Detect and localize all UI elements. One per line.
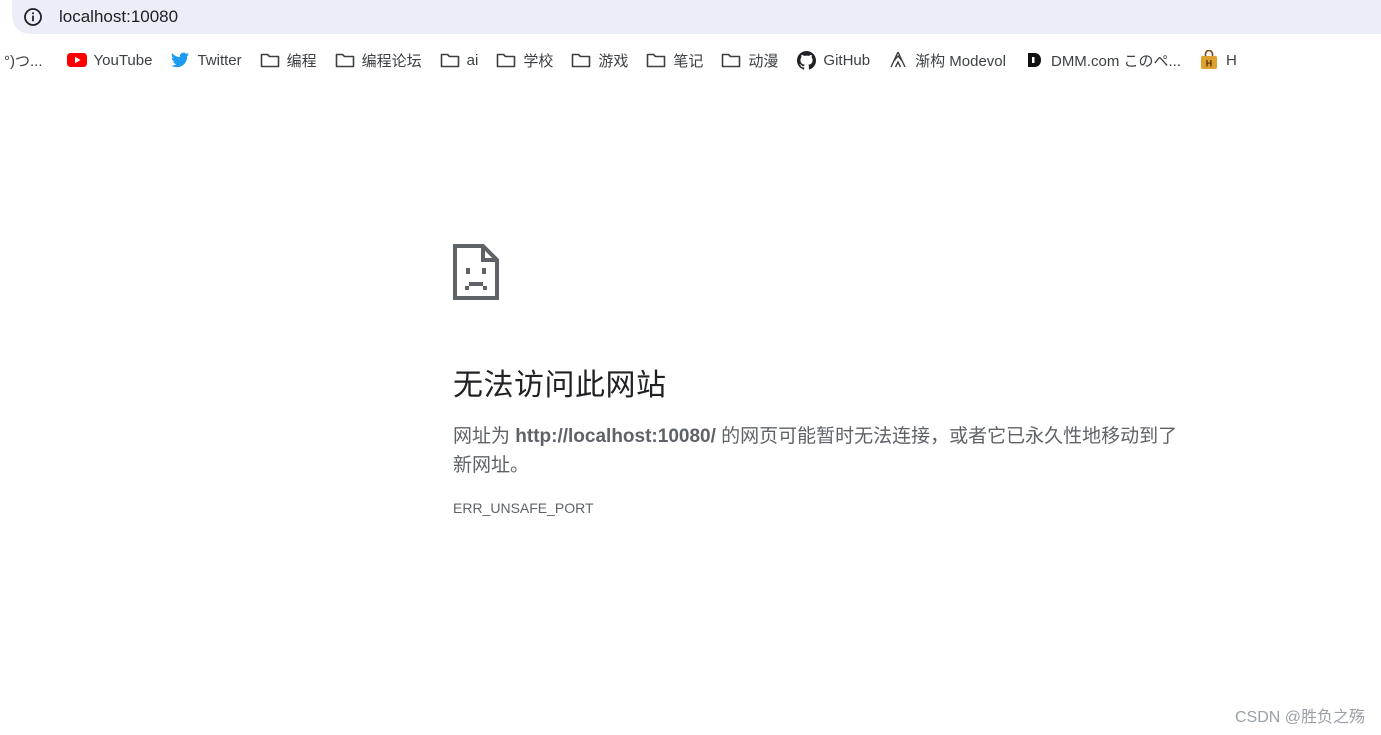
- bookmark-label: GitHub: [823, 51, 871, 69]
- error-url: http://localhost:10080/: [515, 426, 716, 447]
- bookmark-item-modevol[interactable]: 渐构 Modevol: [882, 46, 1012, 74]
- bookmark-label: 动漫: [748, 52, 779, 70]
- bookmark-label: 编程论坛: [361, 52, 422, 70]
- address-bar[interactable]: localhost:10080: [12, 0, 1381, 34]
- error-title: 无法访问此网站: [453, 369, 667, 402]
- folder-icon: [496, 50, 516, 70]
- url-text[interactable]: localhost:10080: [59, 7, 178, 27]
- bookmark-item-twitter[interactable]: Twitter: [164, 46, 247, 74]
- svg-text:H: H: [1206, 59, 1213, 69]
- github-icon: [796, 50, 816, 70]
- bookmark-label: DMM.com このペ...: [1050, 52, 1181, 70]
- bookmark-item-dmm[interactable]: DMM.com このペ...: [1018, 46, 1187, 74]
- error-desc-prefix: 网址为: [453, 426, 516, 447]
- folder-icon: [260, 50, 280, 70]
- bookmark-folder-programming-forum[interactable]: 编程论坛: [329, 46, 428, 74]
- bookmark-label: 笔记: [673, 52, 704, 70]
- folder-icon: [646, 50, 666, 70]
- bookmarks-bar: °)つ... YouTube Twitter 编程 编程论坛 ai 学校 游戏 …: [0, 44, 1381, 76]
- error-code: ERR_UNSAFE_PORT: [453, 500, 594, 516]
- bookmark-label: 游戏: [598, 52, 629, 70]
- bookmark-label: ai: [466, 51, 479, 69]
- sad-page-icon: [453, 244, 499, 300]
- bookmark-label: Twitter: [197, 51, 242, 69]
- info-icon[interactable]: [22, 6, 44, 28]
- bookmark-folder-school[interactable]: 学校: [490, 46, 559, 74]
- bookmark-folder-anime[interactable]: 动漫: [715, 46, 784, 74]
- bookmark-label: YouTube: [93, 51, 153, 69]
- twitter-icon: [170, 50, 190, 70]
- bookmark-folder-games[interactable]: 游戏: [565, 46, 634, 74]
- bookmark-folder-ai[interactable]: ai: [434, 46, 485, 74]
- folder-icon: [335, 50, 355, 70]
- error-description: 网址为 http://localhost:10080/ 的网页可能暂时无法连接，…: [453, 422, 1193, 480]
- error-panel: 无法访问此网站 网址为 http://localhost:10080/ 的网页可…: [453, 244, 1213, 516]
- modevol-icon: [888, 50, 908, 70]
- bookmark-item-youtube[interactable]: YouTube: [61, 46, 159, 74]
- bookmark-label: 编程: [286, 52, 317, 70]
- bookmark-item-h[interactable]: H H: [1193, 46, 1243, 74]
- bookmark-label: °)つ...: [4, 52, 43, 70]
- bookmark-folder-programming[interactable]: 编程: [254, 46, 323, 74]
- bag-icon: H: [1199, 50, 1219, 70]
- folder-icon: [440, 50, 460, 70]
- bookmark-label: 学校: [523, 52, 554, 70]
- folder-icon: [571, 50, 591, 70]
- bookmark-item-emoticon[interactable]: °)つ...: [0, 46, 49, 74]
- dmm-icon: [1024, 50, 1044, 70]
- bookmark-label: 渐构 Modevol: [915, 52, 1006, 70]
- bookmark-item-github[interactable]: GitHub: [790, 46, 876, 74]
- watermark: CSDN @胜负之殇: [1234, 709, 1365, 726]
- bookmark-label: H: [1225, 51, 1237, 69]
- folder-icon: [721, 50, 741, 70]
- bookmark-folder-notes[interactable]: 笔记: [640, 46, 709, 74]
- youtube-icon: [66, 50, 87, 70]
